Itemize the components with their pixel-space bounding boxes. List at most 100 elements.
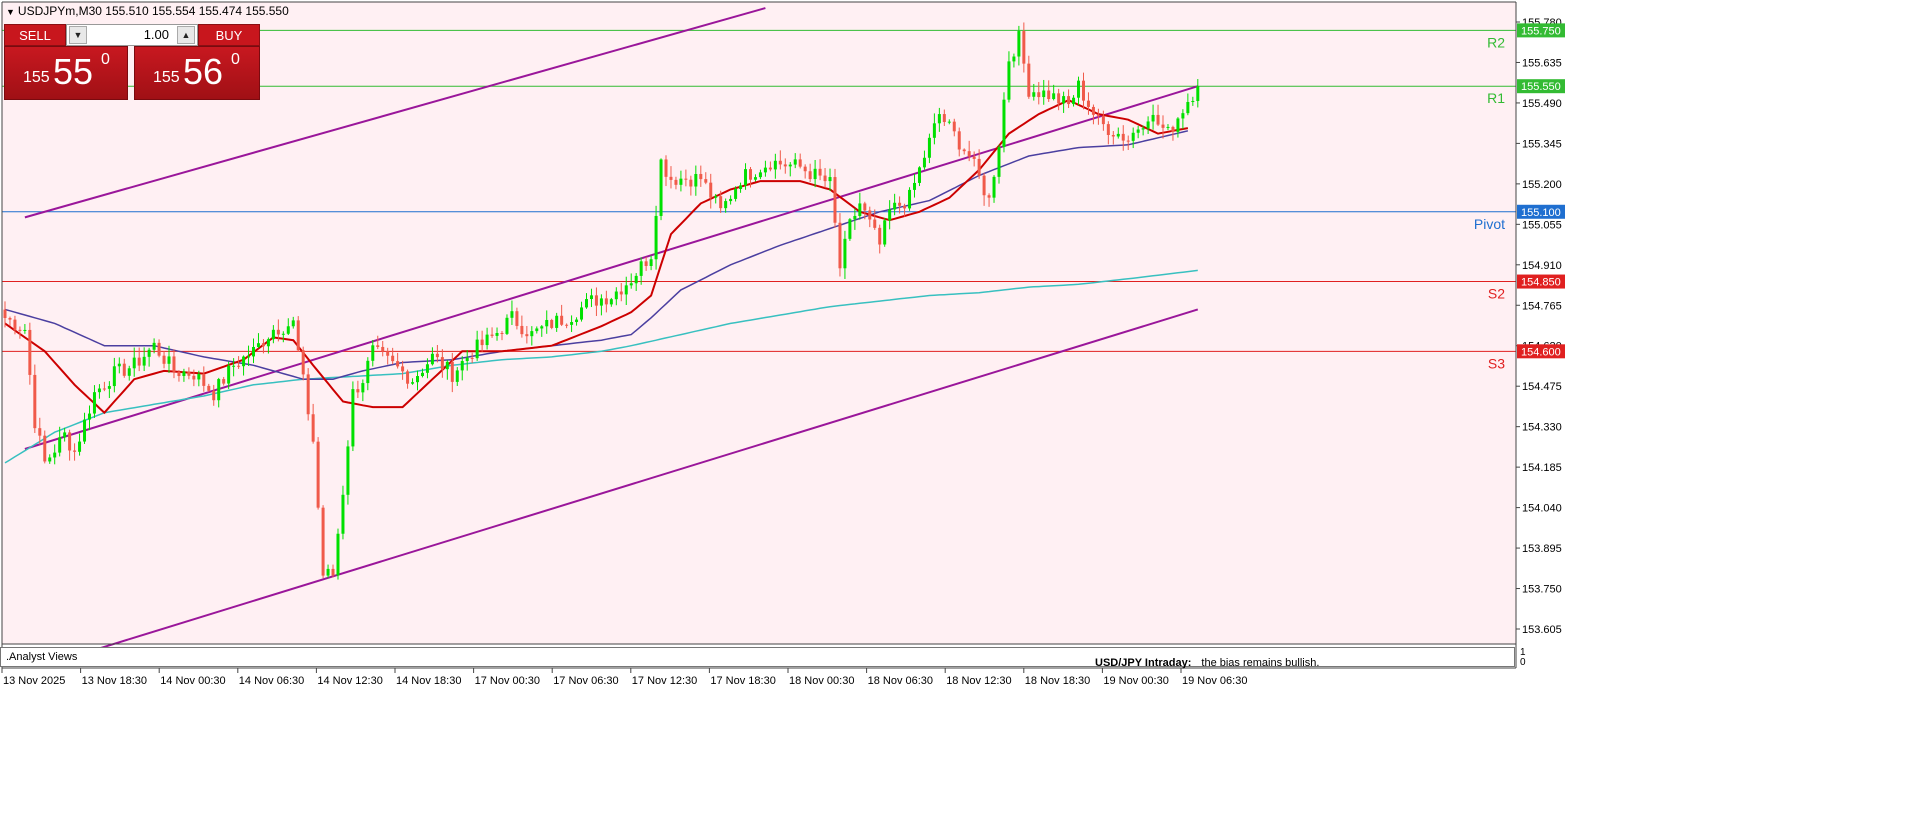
- candle-body[interactable]: [311, 414, 315, 442]
- candle-body[interactable]: [803, 166, 807, 172]
- candle-body[interactable]: [291, 320, 295, 327]
- candle-body[interactable]: [346, 446, 350, 495]
- candle-body[interactable]: [1077, 80, 1081, 98]
- candle-body[interactable]: [316, 441, 320, 508]
- candle-body[interactable]: [818, 168, 822, 176]
- candle-body[interactable]: [828, 177, 832, 182]
- candle-body[interactable]: [599, 298, 603, 306]
- candle-body[interactable]: [843, 238, 847, 269]
- candle-body[interactable]: [749, 169, 752, 180]
- candle-body[interactable]: [43, 435, 47, 462]
- candle-body[interactable]: [490, 334, 494, 336]
- candle-body[interactable]: [555, 315, 559, 328]
- candle-body[interactable]: [18, 329, 22, 331]
- candle-body[interactable]: [147, 349, 151, 357]
- candle-body[interactable]: [1121, 133, 1125, 141]
- candle-body[interactable]: [580, 307, 584, 320]
- candle-body[interactable]: [575, 319, 579, 323]
- candle-body[interactable]: [714, 196, 718, 198]
- candle-body[interactable]: [222, 379, 226, 384]
- candle-body[interactable]: [416, 376, 420, 383]
- candle-body[interactable]: [1116, 133, 1120, 137]
- candle-body[interactable]: [23, 329, 27, 331]
- candle-body[interactable]: [92, 392, 96, 414]
- candle-body[interactable]: [515, 311, 519, 326]
- candle-body[interactable]: [848, 219, 852, 239]
- candle-body[interactable]: [1161, 124, 1165, 128]
- candle-body[interactable]: [127, 368, 131, 376]
- candle-body[interactable]: [192, 375, 196, 380]
- candle-body[interactable]: [1146, 121, 1150, 129]
- candle-body[interactable]: [242, 356, 246, 367]
- candle-body[interactable]: [475, 339, 479, 359]
- candle-body[interactable]: [445, 361, 449, 370]
- lot-size-stepper[interactable]: ▼ 1.00 ▲: [66, 24, 198, 46]
- candle-body[interactable]: [237, 365, 241, 367]
- candle-body[interactable]: [261, 343, 265, 347]
- candle-body[interactable]: [53, 452, 57, 458]
- candle-body[interactable]: [1052, 93, 1056, 100]
- candle-body[interactable]: [913, 182, 917, 190]
- candle-body[interactable]: [768, 167, 772, 170]
- candle-body[interactable]: [87, 413, 91, 420]
- candle-body[interactable]: [376, 345, 380, 347]
- candle-body[interactable]: [480, 339, 484, 346]
- candle-body[interactable]: [281, 333, 285, 335]
- candle-body[interactable]: [13, 319, 17, 330]
- candle-body[interactable]: [266, 339, 270, 347]
- candle-body[interactable]: [664, 159, 668, 177]
- candle-body[interactable]: [1176, 118, 1180, 132]
- sell-price-display[interactable]: 155 55 0: [4, 46, 128, 100]
- candle-body[interactable]: [1072, 97, 1076, 105]
- candle-body[interactable]: [1027, 63, 1031, 97]
- candle-body[interactable]: [873, 219, 877, 228]
- candle-body[interactable]: [107, 386, 111, 389]
- candle-body[interactable]: [425, 364, 429, 373]
- candle-body[interactable]: [212, 390, 216, 401]
- candle-body[interactable]: [301, 350, 305, 375]
- candle-body[interactable]: [619, 291, 623, 295]
- candle-body[interactable]: [694, 173, 698, 187]
- candle-body[interactable]: [634, 275, 638, 284]
- candle-body[interactable]: [863, 203, 867, 211]
- candle-body[interactable]: [356, 389, 360, 393]
- candle-body[interactable]: [152, 342, 156, 350]
- candle-body[interactable]: [689, 179, 693, 187]
- sell-button[interactable]: SELL: [4, 24, 66, 46]
- candle-body[interactable]: [1096, 114, 1100, 116]
- candle-body[interactable]: [584, 299, 588, 308]
- candle-body[interactable]: [937, 114, 941, 124]
- candle-body[interactable]: [987, 195, 991, 198]
- candle-body[interactable]: [256, 343, 260, 347]
- candle-body[interactable]: [391, 355, 395, 362]
- candle-body[interactable]: [560, 315, 564, 325]
- candle-body[interactable]: [411, 382, 415, 384]
- candle-body[interactable]: [276, 329, 280, 335]
- candle-body[interactable]: [1007, 61, 1011, 100]
- candle-body[interactable]: [932, 123, 936, 138]
- lot-decrease-icon[interactable]: ▼: [69, 26, 87, 44]
- candle-body[interactable]: [440, 357, 444, 370]
- candle-body[interactable]: [341, 494, 345, 534]
- candle-body[interactable]: [888, 209, 892, 221]
- candle-body[interactable]: [967, 151, 971, 157]
- candle-body[interactable]: [38, 428, 42, 436]
- candle-body[interactable]: [917, 167, 921, 183]
- candle-body[interactable]: [1166, 126, 1170, 128]
- candle-body[interactable]: [3, 309, 7, 318]
- candle-body[interactable]: [908, 189, 912, 209]
- candle-body[interactable]: [684, 178, 688, 180]
- candle-body[interactable]: [773, 160, 777, 170]
- candle-body[interactable]: [833, 177, 837, 223]
- candle-body[interactable]: [729, 198, 733, 202]
- candle-body[interactable]: [157, 342, 161, 356]
- candle-body[interactable]: [589, 295, 593, 300]
- candle-body[interactable]: [778, 160, 782, 165]
- candle-body[interactable]: [962, 149, 966, 152]
- candle-body[interactable]: [202, 373, 206, 386]
- candle-body[interactable]: [361, 383, 365, 393]
- candle-body[interactable]: [614, 291, 618, 300]
- candle-body[interactable]: [232, 365, 236, 367]
- candle-body[interactable]: [1126, 140, 1130, 142]
- candle-body[interactable]: [1151, 114, 1155, 122]
